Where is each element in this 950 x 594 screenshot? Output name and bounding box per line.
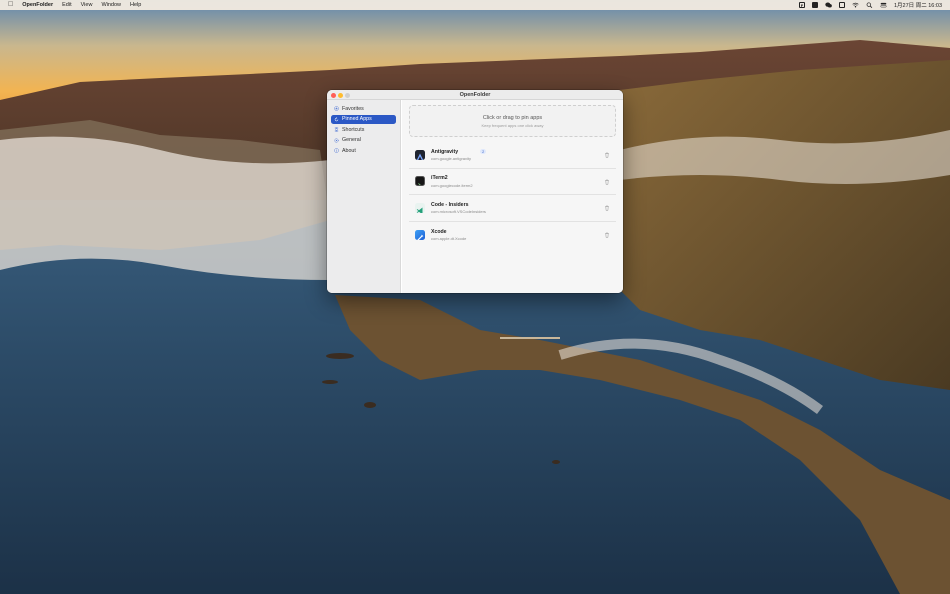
sidebar-item-label: Shortcuts bbox=[342, 126, 365, 133]
trash-icon[interactable] bbox=[604, 205, 610, 211]
dropzone-subtitle: Keep frequent apps one click away bbox=[481, 122, 544, 128]
star-icon bbox=[334, 106, 339, 112]
iterm-icon bbox=[415, 176, 425, 187]
sidebar-item-label: General bbox=[342, 137, 361, 144]
vscode-insiders-icon bbox=[415, 202, 425, 213]
sidebar-item-general[interactable]: General bbox=[331, 136, 396, 146]
app-name: iTerm2 bbox=[431, 175, 448, 181]
sidebar-item-favorites[interactable]: Favorites bbox=[331, 104, 396, 114]
sidebar-item-label: About bbox=[342, 147, 356, 154]
keyboard-icon[interactable] bbox=[839, 2, 845, 8]
control-center-icon[interactable] bbox=[880, 2, 887, 8]
app-name: Antigravity bbox=[431, 148, 459, 155]
spotlight-search-icon[interactable] bbox=[866, 2, 873, 8]
dark-square-icon[interactable] bbox=[812, 2, 818, 8]
menu-bar-status: F 1月27日 周二 16:03 bbox=[799, 1, 942, 9]
menu-edit[interactable]: Edit bbox=[62, 2, 71, 8]
pinned-app-list: Antigravity 2 com.google.antigravity iTer… bbox=[409, 142, 616, 248]
pinned-app-row-xcode[interactable]: Xcode com.apple.dt.Xcode bbox=[409, 222, 616, 249]
dropzone-title: Click or drag to pin apps bbox=[482, 114, 543, 121]
command-icon bbox=[334, 127, 339, 133]
finder-badge-icon[interactable]: F bbox=[799, 2, 805, 8]
sidebar-item-label: Pinned Apps bbox=[342, 116, 372, 123]
antigravity-icon bbox=[415, 149, 425, 160]
pinned-apps-content: Click or drag to pin apps Keep frequent … bbox=[402, 100, 623, 293]
sidebar-item-shortcuts[interactable]: Shortcuts bbox=[331, 125, 396, 135]
app-count-badge: 2 bbox=[480, 149, 487, 154]
gear-icon bbox=[334, 138, 339, 143]
info-icon bbox=[334, 148, 339, 154]
sidebar-item-about[interactable]: About bbox=[331, 146, 396, 156]
app-bundle-id: com.microsoft.VSCodeInsiders bbox=[431, 209, 486, 214]
app-bundle-id: com.googlecode.iterm2 bbox=[431, 182, 473, 188]
menu-window[interactable]: Window bbox=[101, 2, 121, 8]
wifi-icon[interactable] bbox=[852, 2, 859, 8]
menu-bar:  OpenFolder Edit View Window Help F 1月2… bbox=[0, 0, 950, 10]
app-bundle-id: com.google.antigravity bbox=[431, 156, 472, 161]
xcode-icon bbox=[415, 229, 425, 240]
window-titlebar[interactable]: OpenFolder bbox=[327, 90, 623, 100]
menu-view[interactable]: View bbox=[81, 2, 93, 8]
pinned-app-row-antigravity[interactable]: Antigravity 2 com.google.antigravity bbox=[409, 142, 616, 169]
pin-apps-dropzone[interactable]: Click or drag to pin apps Keep frequent … bbox=[409, 105, 616, 137]
menu-app-name[interactable]: OpenFolder bbox=[22, 2, 53, 8]
trash-icon[interactable] bbox=[604, 152, 610, 158]
menu-bar-left:  OpenFolder Edit View Window Help bbox=[8, 0, 141, 10]
pin-refresh-icon bbox=[334, 117, 339, 121]
menu-bar-clock[interactable]: 1月27日 周二 16:03 bbox=[894, 1, 942, 9]
wechat-icon[interactable] bbox=[825, 2, 832, 8]
pinned-app-row-iterm2[interactable]: iTerm2 com.googlecode.iterm2 bbox=[409, 169, 616, 195]
app-name: Code - Insiders bbox=[431, 201, 469, 208]
apple-menu-icon[interactable]:  bbox=[8, 0, 13, 10]
trash-icon[interactable] bbox=[604, 179, 610, 185]
pinned-app-row-code-insiders[interactable]: Code - Insiders com.microsoft.VSCodeInsi… bbox=[409, 195, 616, 222]
trash-icon[interactable] bbox=[604, 232, 610, 238]
app-name: Xcode bbox=[431, 228, 447, 235]
menu-help[interactable]: Help bbox=[130, 2, 141, 8]
sidebar-item-label: Favorites bbox=[342, 105, 364, 112]
app-bundle-id: com.apple.dt.Xcode bbox=[431, 236, 467, 241]
window-title: OpenFolder bbox=[459, 92, 491, 98]
sidebar-item-pinned-apps[interactable]: Pinned Apps bbox=[331, 114, 396, 124]
sidebar: Favorites Pinned Apps Shortcuts General … bbox=[327, 100, 401, 293]
openfolder-window: OpenFolder Favorites Pinned Apps Shortcu… bbox=[327, 90, 623, 293]
